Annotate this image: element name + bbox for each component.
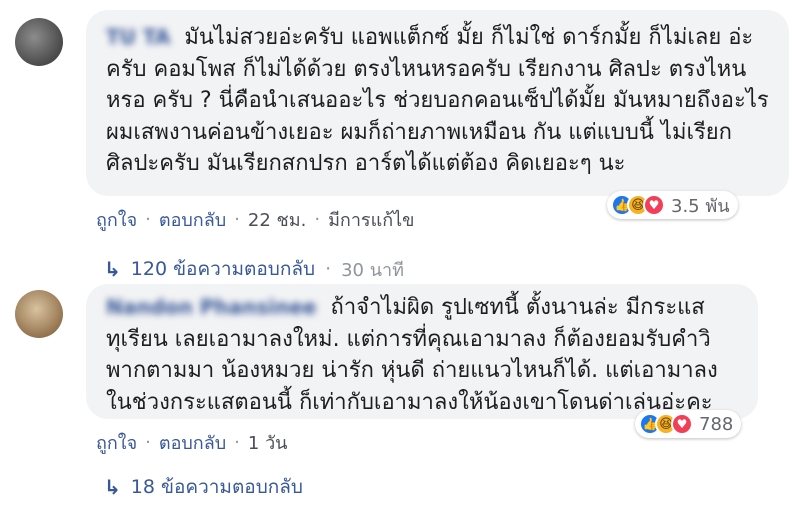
love-icon: ♥ bbox=[671, 413, 693, 435]
reaction-count: 3.5 พัน bbox=[671, 195, 730, 217]
view-replies[interactable]: ↳ 120 ข้อความตอบกลับ · 30 นาที bbox=[104, 254, 404, 284]
comment-body: มันไม่สวยอ่ะครับ แอพแต็กซ์ มั้ย ก็ไม่ใช่… bbox=[106, 25, 769, 176]
separator: · bbox=[145, 209, 151, 230]
reply-arrow-icon: ↳ bbox=[104, 257, 121, 281]
edited-label[interactable]: มีการแก้ไข bbox=[328, 205, 414, 234]
separator: · bbox=[234, 209, 240, 230]
view-replies[interactable]: ↳ 18 ข้อความตอบกลับ bbox=[104, 472, 303, 502]
replies-time: 30 นาที bbox=[341, 259, 405, 281]
comment-actions: ถูกใจ · ตอบกลับ · 22 ชม. · มีการแก้ไข bbox=[96, 205, 414, 234]
comment-author[interactable]: TU TA bbox=[106, 22, 170, 54]
separator: · bbox=[325, 258, 332, 280]
like-button[interactable]: ถูกใจ bbox=[96, 205, 137, 234]
replies-count[interactable]: 18 ข้อความตอบกลับ bbox=[131, 472, 303, 502]
comment-time[interactable]: 22 ชม. bbox=[248, 205, 306, 234]
comment-text: Nandon Phansinee ถ้าจำไม่ผิด รูปเซทนี้ ตั… bbox=[106, 292, 740, 418]
comment-actions: ถูกใจ · ตอบกลับ · 1 วัน bbox=[96, 428, 287, 457]
avatar[interactable] bbox=[15, 18, 63, 66]
comment-bubble: Nandon Phansinee ถ้าจำไม่ผิด รูปเซทนี้ ตั… bbox=[86, 284, 758, 419]
reply-button[interactable]: ตอบกลับ bbox=[159, 428, 226, 457]
love-icon: ♥ bbox=[643, 194, 665, 216]
reply-button[interactable]: ตอบกลับ bbox=[159, 205, 226, 234]
reaction-count: 788 bbox=[699, 413, 734, 435]
separator: · bbox=[145, 432, 151, 453]
comment-author[interactable]: Nandon Phansinee bbox=[106, 292, 317, 324]
comment-time[interactable]: 1 วัน bbox=[248, 428, 288, 457]
reaction-summary[interactable]: 👍 😆 ♥ 788 bbox=[635, 410, 742, 438]
comment-text: TU TA มันไม่สวยอ่ะครับ แอพแต็กซ์ มั้ย ก็ไ… bbox=[106, 22, 771, 180]
reaction-summary[interactable]: 👍 😆 ♥ 3.5 พัน bbox=[607, 191, 738, 219]
reply-arrow-icon: ↳ bbox=[104, 475, 121, 499]
separator: · bbox=[234, 432, 240, 453]
comment-bubble: TU TA มันไม่สวยอ่ะครับ แอพแต็กซ์ มั้ย ก็ไ… bbox=[86, 10, 789, 196]
avatar[interactable] bbox=[15, 290, 63, 338]
replies-count[interactable]: 120 ข้อความตอบกลับ bbox=[131, 254, 315, 284]
like-button[interactable]: ถูกใจ bbox=[96, 428, 137, 457]
separator: · bbox=[314, 209, 321, 230]
